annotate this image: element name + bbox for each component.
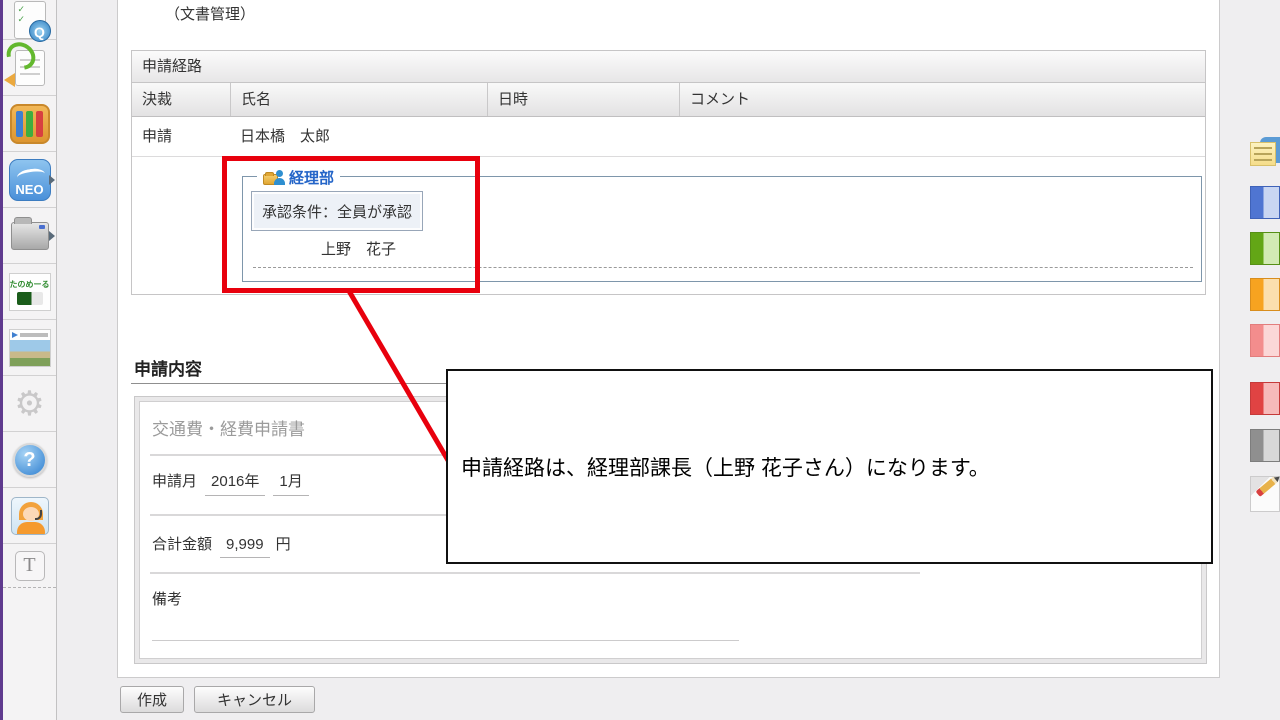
sidebar-item-travel-banner[interactable]: [3, 320, 56, 376]
cell-comment: [679, 117, 1205, 156]
annotation-callout: 申請経路は、経理部課長（上野 花子さん）になります。: [446, 369, 1213, 564]
form-field-remarks: 備考: [152, 588, 182, 609]
form-field-month: 申請月 2016年 1月: [152, 470, 309, 496]
month-input-value[interactable]: 1月: [273, 470, 309, 496]
help-question-icon: ?: [12, 442, 47, 477]
approval-group-legend: 経理部: [257, 167, 341, 188]
column-header-datetime: 日時: [487, 83, 679, 116]
field-label: 申請月: [152, 473, 198, 490]
table-row-approval-group: 経理部 承認条件：全員が承認 上野 花子: [132, 157, 1205, 294]
approval-group-name: 経理部: [289, 170, 335, 187]
sidebar-item-text-size[interactable]: T: [3, 544, 56, 588]
label-blue-icon[interactable]: [1250, 186, 1280, 219]
column-header-name: 氏名: [230, 83, 487, 116]
column-header-comment: コメント: [679, 83, 1205, 116]
sidebar-item-settings[interactable]: ⚙: [3, 376, 56, 432]
settings-gear-icon: ⚙: [14, 384, 45, 423]
approver-name: 上野 花子: [321, 241, 397, 258]
annotation-callout-text: 申請経路は、経理部課長（上野 花子さん）になります。: [461, 456, 990, 480]
sidebar-item-help[interactable]: ?: [3, 432, 56, 488]
approval-group-box: 経理部 承認条件：全員が承認 上野 花子: [242, 167, 1202, 282]
label-orange-icon[interactable]: [1250, 278, 1280, 311]
approval-condition-badge: 承認条件：全員が承認: [251, 191, 424, 231]
total-amount-input-value[interactable]: 9,999: [220, 536, 270, 558]
label-gray-icon[interactable]: [1250, 429, 1280, 462]
route-table-header: 決裁 氏名 日時 コメント: [132, 83, 1205, 117]
text-size-icon: T: [14, 550, 45, 581]
label-pink-icon[interactable]: [1250, 324, 1280, 357]
sidebar-item-circulation[interactable]: [0, 36, 56, 96]
form-divider: [150, 572, 920, 574]
document-management-binders-icon: [9, 103, 50, 144]
action-bar: 作成 キャンセル: [120, 686, 316, 713]
cell-applicant-name: 日本橋 太郎: [240, 128, 331, 145]
support-operator-icon: [10, 496, 49, 535]
main-content: （文書管理） 申請経路 決裁 氏名 日時 コメント 申請 日本橋 太郎 経理部: [117, 0, 1220, 678]
remarks-input-line[interactable]: [152, 640, 739, 641]
sidebar-item-support[interactable]: [3, 488, 56, 544]
desknets-neo-logo-icon: NEO: [8, 158, 51, 201]
page-section-heading: 申請内容: [134, 360, 202, 379]
create-button[interactable]: 作成: [120, 686, 185, 713]
cell-datetime: [487, 117, 679, 156]
route-table-title: 申請経路: [132, 51, 1205, 83]
pencil-edit-icon[interactable]: [1250, 476, 1280, 512]
cancel-button[interactable]: キャンセル: [194, 686, 316, 713]
sidebar-item-desknets-neo[interactable]: NEO: [3, 152, 56, 208]
search-q-badge-icon: Q: [28, 19, 51, 42]
field-label: 備考: [152, 591, 183, 608]
department-folder-user-icon: [263, 170, 285, 185]
group-divider: [253, 267, 1193, 268]
sticky-note-icon[interactable]: [1250, 137, 1280, 171]
sidebar-item-document-management[interactable]: [3, 96, 56, 152]
label-green-icon[interactable]: [1250, 232, 1280, 265]
table-row: 申請 日本橋 太郎: [132, 117, 1205, 157]
sidebar-item-tanomail[interactable]: たのめーる: [3, 264, 56, 320]
sidebar-item-approval-check[interactable]: ✓ ✓ Q: [3, 0, 56, 42]
application-route-table: 申請経路 決裁 氏名 日時 コメント 申請 日本橋 太郎 経理部 承認条件：全員…: [131, 50, 1206, 295]
year-input-value[interactable]: 2016年: [205, 470, 266, 496]
app-sidebar: ✓ ✓ Q NEO たのめーる ⚙ ? T: [0, 0, 57, 720]
folder-icon: [10, 216, 49, 250]
cell-kessai: 申請: [142, 128, 173, 145]
right-rail: [1220, 0, 1280, 720]
breadcrumb: （文書管理）: [165, 6, 256, 23]
flyout-arrow-icon: [49, 174, 55, 185]
currency-unit-label: 円: [275, 536, 291, 553]
label-red-icon[interactable]: [1250, 382, 1280, 415]
travel-photo-banner-icon: [8, 328, 51, 367]
form-field-total: 合計金額 9,999 円: [152, 533, 291, 558]
column-header-kessai: 決裁: [142, 91, 173, 108]
flyout-arrow-icon: [49, 230, 55, 241]
document-approval-check-icon: ✓ ✓ Q: [13, 0, 51, 42]
sidebar-item-folder[interactable]: [3, 208, 56, 264]
field-label: 合計金額: [152, 536, 213, 553]
document-circulation-icon: [0, 36, 45, 87]
form-title: 交通費・経費申請書: [152, 420, 305, 439]
tanomail-logo-icon: たのめーる: [8, 272, 51, 311]
